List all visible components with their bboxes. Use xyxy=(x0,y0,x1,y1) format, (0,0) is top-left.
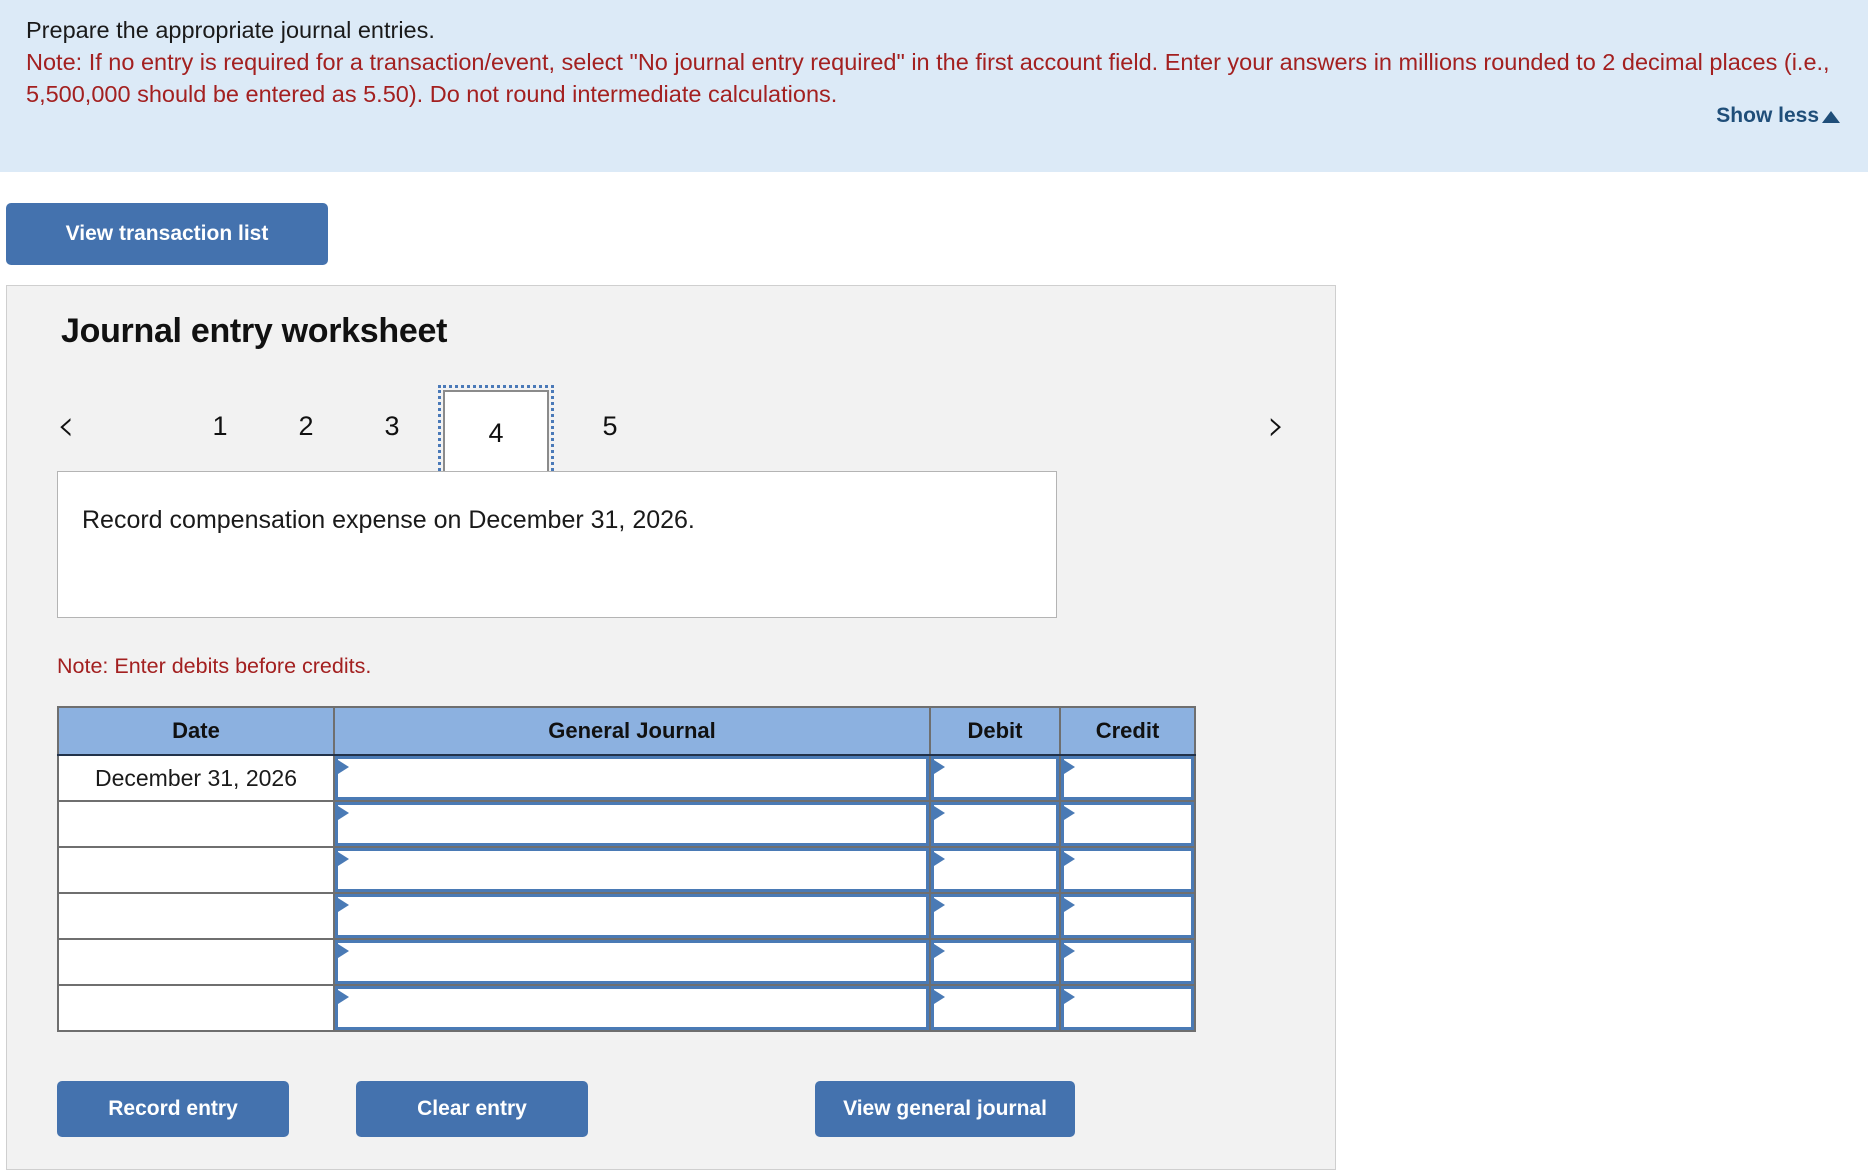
column-header-general-journal: General Journal xyxy=(333,706,931,756)
credit-cell[interactable] xyxy=(1059,938,1196,986)
journal-entry-worksheet-panel: Journal entry worksheet ‹ 1 2 3 4 5 › Re… xyxy=(6,285,1336,1170)
general-journal-cell[interactable] xyxy=(333,938,931,986)
table-row xyxy=(57,892,1196,940)
general-journal-input[interactable] xyxy=(335,756,929,800)
general-journal-cell[interactable] xyxy=(333,846,931,894)
column-header-credit: Credit xyxy=(1059,706,1196,756)
credit-cell[interactable] xyxy=(1059,892,1196,940)
worksheet-tab-4[interactable]: 4 xyxy=(438,385,554,477)
table-row: December 31, 2026 xyxy=(57,754,1196,802)
triangle-up-icon xyxy=(1822,111,1840,123)
worksheet-tab-2[interactable]: 2 xyxy=(275,402,337,450)
general-journal-input[interactable] xyxy=(335,940,929,984)
debit-cell[interactable] xyxy=(929,846,1061,894)
debit-input[interactable] xyxy=(931,756,1059,800)
worksheet-title: Journal entry worksheet xyxy=(61,312,448,350)
credit-input[interactable] xyxy=(1061,802,1194,846)
credit-cell[interactable] xyxy=(1059,846,1196,894)
debits-before-credits-note: Note: Enter debits before credits. xyxy=(57,654,372,678)
debit-input[interactable] xyxy=(931,802,1059,846)
date-cell[interactable] xyxy=(57,984,335,1032)
general-journal-cell[interactable] xyxy=(333,892,931,940)
general-journal-input[interactable] xyxy=(335,986,929,1030)
date-cell[interactable] xyxy=(57,938,335,986)
worksheet-tab-1[interactable]: 1 xyxy=(189,402,251,450)
credit-input[interactable] xyxy=(1061,894,1194,938)
debit-input[interactable] xyxy=(931,940,1059,984)
clear-entry-button[interactable]: Clear entry xyxy=(356,1081,588,1137)
table-row xyxy=(57,938,1196,986)
general-journal-cell[interactable] xyxy=(333,800,931,848)
general-journal-input[interactable] xyxy=(335,848,929,892)
column-header-date: Date xyxy=(57,706,335,756)
worksheet-tab-5[interactable]: 5 xyxy=(579,402,641,450)
general-journal-input[interactable] xyxy=(335,802,929,846)
table-row xyxy=(57,846,1196,894)
credit-cell[interactable] xyxy=(1059,800,1196,848)
instructions-prompt: Prepare the appropriate journal entries. xyxy=(26,17,435,43)
table-header-row: Date General Journal Debit Credit xyxy=(57,706,1196,756)
chevron-right-icon[interactable]: › xyxy=(1267,404,1285,448)
debit-input[interactable] xyxy=(931,848,1059,892)
worksheet-tab-3[interactable]: 3 xyxy=(361,402,423,450)
credit-input[interactable] xyxy=(1061,940,1194,984)
debit-input[interactable] xyxy=(931,894,1059,938)
table-row xyxy=(57,800,1196,848)
journal-entry-table: Date General Journal Debit Credit Decemb… xyxy=(57,706,1196,1032)
debit-cell[interactable] xyxy=(929,938,1061,986)
transaction-description-box: Record compensation expense on December … xyxy=(57,471,1057,618)
credit-input[interactable] xyxy=(1061,756,1194,800)
credit-input[interactable] xyxy=(1061,986,1194,1030)
debit-cell[interactable] xyxy=(929,800,1061,848)
table-row xyxy=(57,984,1196,1032)
transaction-description-text: Record compensation expense on December … xyxy=(82,506,695,534)
date-cell[interactable]: December 31, 2026 xyxy=(57,754,335,802)
record-entry-button[interactable]: Record entry xyxy=(57,1081,289,1137)
general-journal-input[interactable] xyxy=(335,894,929,938)
date-cell[interactable] xyxy=(57,892,335,940)
worksheet-pager: ‹ 1 2 3 4 5 › xyxy=(51,384,1291,477)
general-journal-cell[interactable] xyxy=(333,754,931,802)
credit-cell[interactable] xyxy=(1059,754,1196,802)
credit-cell[interactable] xyxy=(1059,984,1196,1032)
instructions-note: Note: If no entry is required for a tran… xyxy=(26,49,1830,107)
show-less-toggle[interactable]: Show less xyxy=(1716,104,1840,128)
general-journal-cell[interactable] xyxy=(333,984,931,1032)
column-header-debit: Debit xyxy=(929,706,1061,756)
debit-input[interactable] xyxy=(931,986,1059,1030)
credit-input[interactable] xyxy=(1061,848,1194,892)
instructions-panel: Prepare the appropriate journal entries.… xyxy=(0,0,1868,172)
view-general-journal-button[interactable]: View general journal xyxy=(815,1081,1075,1137)
chevron-left-icon[interactable]: ‹ xyxy=(57,404,75,448)
date-cell[interactable] xyxy=(57,846,335,894)
debit-cell[interactable] xyxy=(929,892,1061,940)
date-cell[interactable] xyxy=(57,800,335,848)
show-less-label: Show less xyxy=(1716,104,1819,127)
debit-cell[interactable] xyxy=(929,984,1061,1032)
debit-cell[interactable] xyxy=(929,754,1061,802)
view-transaction-list-button[interactable]: View transaction list xyxy=(6,203,328,265)
